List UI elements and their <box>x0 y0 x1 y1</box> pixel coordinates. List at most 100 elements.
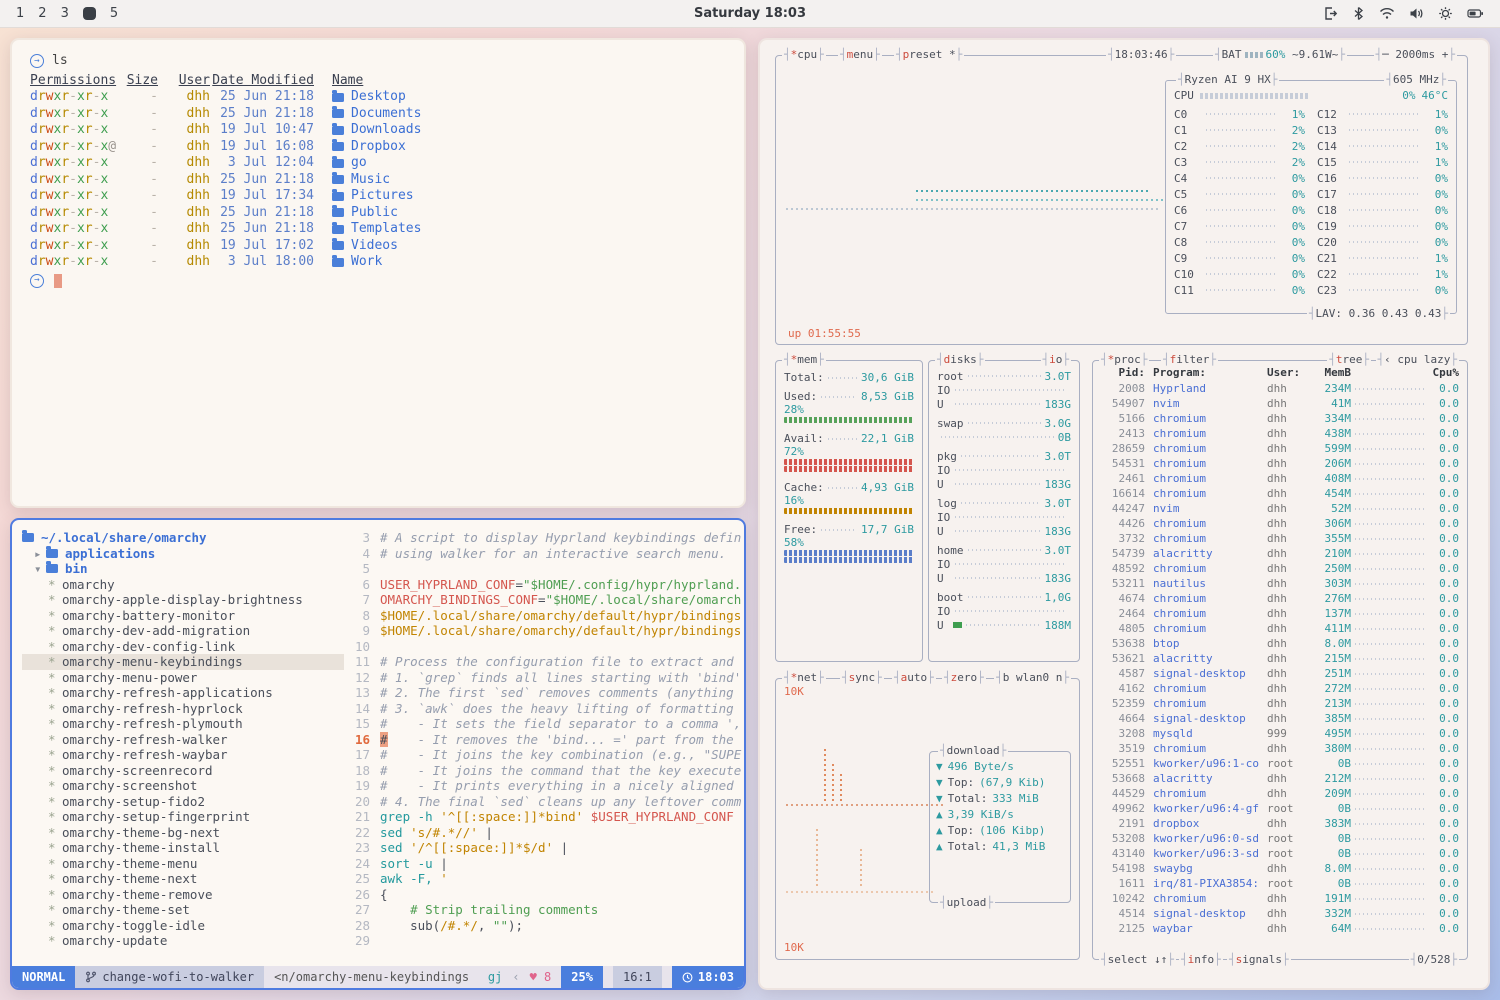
process-row[interactable]: 1611irq/81-PIXA3854:root0B0.0 <box>1101 876 1459 891</box>
code-line[interactable]: 9$HOME/.local/share/omarchy/default/hypr… <box>344 623 744 639</box>
code-line[interactable]: 14# 3. `awk` does the heavy lifting of f… <box>344 701 744 717</box>
cpu-lazy-tab[interactable]: ‹ cpu lazy <box>1376 353 1459 367</box>
process-row[interactable]: 53638btopdhh8.0M0.0 <box>1101 636 1459 651</box>
menu-tab[interactable]: menu <box>838 48 882 62</box>
code-line[interactable]: 3# A script to display Hyprland keybindi… <box>344 530 744 546</box>
code-line[interactable]: 16# - It removes the 'bind... =' part fr… <box>344 732 744 748</box>
code-line[interactable]: 12# 1. `grep` finds all lines starting w… <box>344 670 744 686</box>
process-row[interactable]: 4162chromiumdhh272M0.0 <box>1101 681 1459 696</box>
workspace-active-indicator[interactable] <box>83 7 96 20</box>
tree-file[interactable]: *omarchy-setup-fingerprint <box>22 809 344 825</box>
tree-file[interactable]: *omarchy-dev-config-link <box>22 639 344 655</box>
tree-file[interactable]: *omarchy-refresh-applications <box>22 685 344 701</box>
process-row[interactable]: 2461chromiumdhh408M0.0 <box>1101 471 1459 486</box>
process-row[interactable]: 3732chromiumdhh355M0.0 <box>1101 531 1459 546</box>
process-row[interactable]: 2191dropboxdhh383M0.0 <box>1101 816 1459 831</box>
process-row[interactable]: 16614chromiumdhh454M0.0 <box>1101 486 1459 501</box>
bluetooth-icon[interactable] <box>1352 6 1365 21</box>
code-line[interactable]: 19# - It prints everything in a nicely a… <box>344 778 744 794</box>
filter-tab[interactable]: filter <box>1161 353 1218 367</box>
tree-file[interactable]: *omarchy-screenrecord <box>22 763 344 779</box>
code-line[interactable]: 20# 4. The final `sed` cleans up any lef… <box>344 794 744 810</box>
workspace-button[interactable]: 5 <box>110 6 118 21</box>
settings-icon[interactable] <box>1438 6 1453 21</box>
tree-file[interactable]: *omarchy-dev-add-migration <box>22 623 344 639</box>
process-row[interactable]: 44247nvimdhh52M0.0 <box>1101 501 1459 516</box>
tree-tab[interactable]: tree <box>1327 353 1371 367</box>
code-line[interactable]: 4# using walker for an interactive searc… <box>344 546 744 562</box>
code-line[interactable]: 22sed 's/#.*//' | <box>344 825 744 841</box>
code-line[interactable]: 27 # Strip trailing comments <box>344 902 744 918</box>
code-line[interactable]: 5 <box>344 561 744 577</box>
process-row[interactable]: 4674chromiumdhh276M0.0 <box>1101 591 1459 606</box>
code-line[interactable]: 8$HOME/.local/share/omarchy/default/hypr… <box>344 608 744 624</box>
code-editor[interactable]: 3# A script to display Hyprland keybindi… <box>344 520 744 966</box>
code-line[interactable]: 6USER_HYPRLAND_CONF="$HOME/.config/hypr/… <box>344 577 744 593</box>
process-row[interactable]: 4664signal-desktopdhh385M0.0 <box>1101 711 1459 726</box>
wifi-icon[interactable] <box>1379 7 1395 20</box>
battery-icon[interactable] <box>1467 7 1484 20</box>
tree-file[interactable]: *omarchy-screenshot <box>22 778 344 794</box>
tree-file[interactable]: *omarchy-theme-next <box>22 871 344 887</box>
process-row[interactable]: 10242chromiumdhh191M0.0 <box>1101 891 1459 906</box>
tree-file[interactable]: *omarchy-theme-set <box>22 902 344 918</box>
tree-file[interactable]: *omarchy-theme-install <box>22 840 344 856</box>
process-row[interactable]: 48592chromiumdhh250M0.0 <box>1101 561 1459 576</box>
info-button[interactable]: info <box>1179 953 1223 967</box>
process-row[interactable]: 54198swaybgdhh8.0M0.0 <box>1101 861 1459 876</box>
code-line[interactable]: 15# - It sets the field separator to a c… <box>344 716 744 732</box>
workspace-button[interactable]: 1 <box>16 6 24 21</box>
system-monitor-window[interactable]: *cpu menu preset * 18:03:46 BAT60% ~9.61… <box>758 38 1490 990</box>
process-row[interactable]: 54531chromiumdhh206M0.0 <box>1101 456 1459 471</box>
volume-icon[interactable] <box>1409 7 1424 20</box>
tree-file[interactable]: *omarchy-theme-remove <box>22 887 344 903</box>
process-row[interactable]: 49962kworker/u96:4-gfroot0B0.0 <box>1101 801 1459 816</box>
mem-box-title[interactable]: *mem <box>782 353 826 367</box>
tree-folder-applications[interactable]: ▸applications <box>22 546 344 562</box>
terminal-window[interactable]: → ls Permissions Size User Date Modified… <box>10 38 746 508</box>
process-row[interactable]: 53621alacrittydhh215M0.0 <box>1101 651 1459 666</box>
preset-tab[interactable]: preset * <box>894 48 964 62</box>
code-line[interactable]: 7OMARCHY_BINDINGS_CONF="$HOME/.local/sha… <box>344 592 744 608</box>
tree-root[interactable]: ~/.local/share/omarchy <box>22 530 344 546</box>
tree-file[interactable]: *omarchy-refresh-waybar <box>22 747 344 763</box>
zero-tab[interactable]: zero <box>942 671 986 685</box>
tree-file[interactable]: *omarchy-apple-display-brightness <box>22 592 344 608</box>
logout-icon[interactable] <box>1323 6 1338 21</box>
tree-folder-bin[interactable]: ▾bin <box>22 561 344 577</box>
tree-file[interactable]: *omarchy-battery-monitor <box>22 608 344 624</box>
tree-file[interactable]: *omarchy-refresh-walker <box>22 732 344 748</box>
process-row[interactable]: 54907nvimdhh41M0.0 <box>1101 396 1459 411</box>
code-line[interactable]: 24sort -u | <box>344 856 744 872</box>
code-line[interactable]: 11# Process the configuration file to ex… <box>344 654 744 670</box>
refresh-interval[interactable]: ─ 2000ms + <box>1374 48 1457 62</box>
process-row[interactable]: 53208kworker/u96:0-sdroot0B0.0 <box>1101 831 1459 846</box>
code-line[interactable]: 28 sub(/#.*/, ""); <box>344 918 744 934</box>
process-row[interactable]: 3519chromiumdhh380M0.0 <box>1101 741 1459 756</box>
signals-button[interactable]: signals <box>1227 953 1291 967</box>
code-line[interactable]: 17# - It joins the key combination (e.g.… <box>344 747 744 763</box>
tree-file[interactable]: *omarchy-theme-bg-next <box>22 825 344 841</box>
net-box-title[interactable]: *net <box>782 671 826 685</box>
code-line[interactable]: 13# 2. The first `sed` removes comments … <box>344 685 744 701</box>
code-line[interactable]: 29 <box>344 933 744 949</box>
process-row[interactable]: 2464chromiumdhh137M0.0 <box>1101 606 1459 621</box>
workspace-button[interactable]: 3 <box>61 6 69 21</box>
tree-file[interactable]: *omarchy-menu-power <box>22 670 344 686</box>
code-line[interactable]: 10 <box>344 639 744 655</box>
workspace-switcher[interactable]: 1235 <box>0 6 220 21</box>
tree-file[interactable]: *omarchy-update <box>22 933 344 949</box>
process-row[interactable]: 53211nautilusdhh303M0.0 <box>1101 576 1459 591</box>
process-row[interactable]: 4514signal-desktopdhh332M0.0 <box>1101 906 1459 921</box>
tree-file[interactable]: *omarchy-toggle-idle <box>22 918 344 934</box>
process-row[interactable]: 2125waybardhh64M0.0 <box>1101 921 1459 936</box>
code-line[interactable]: 21grep -h '^[[:space:]]*bind' $USER_HYPR… <box>344 809 744 825</box>
auto-tab[interactable]: auto <box>892 671 936 685</box>
tree-file[interactable]: *omarchy-menu-keybindings <box>22 654 344 670</box>
process-row[interactable]: 53668alacrittydhh212M0.0 <box>1101 771 1459 786</box>
proc-box-title[interactable]: *proc <box>1099 353 1149 367</box>
code-line[interactable]: 26{ <box>344 887 744 903</box>
code-line[interactable]: 25awk -F, ' <box>344 871 744 887</box>
code-line[interactable]: 18# - It joins the command that the key … <box>344 763 744 779</box>
process-row[interactable]: 52551kworker/u96:1-coroot0B0.0 <box>1101 756 1459 771</box>
